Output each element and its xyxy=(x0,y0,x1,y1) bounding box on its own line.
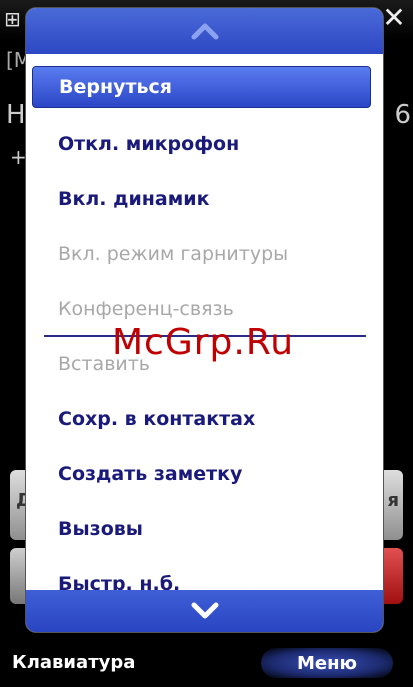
call-number-right: 6 xyxy=(394,100,411,130)
menu-item[interactable]: Откл. микрофон xyxy=(26,117,383,172)
menu-item: Конференц-связь xyxy=(58,298,234,320)
menu-item[interactable]: Вызовы xyxy=(26,502,383,557)
menu-item: Вкл. режим гарнитуры xyxy=(58,243,289,265)
softkey-bar: Клавиатура Меню xyxy=(0,640,413,687)
scroll-down-button[interactable] xyxy=(26,590,383,632)
keyboard-softkey[interactable]: Клавиатура xyxy=(12,652,135,673)
menu-item[interactable]: Вкл. динамик xyxy=(26,172,383,227)
menu-separator xyxy=(44,335,366,337)
menu-item[interactable]: Сохр. в контактах xyxy=(26,392,383,447)
call-number-left: H xyxy=(6,100,26,130)
menu-item[interactable]: Быстр. н.б. xyxy=(26,557,383,590)
scroll-up-button[interactable] xyxy=(26,8,383,54)
phone-screen: ⊞ ✕ [M H 6 + Д я Вернуться Откл. микрофон… xyxy=(0,0,413,687)
context-menu: Вернуться Откл. микрофон Вкл. динамик Вкл. … xyxy=(26,8,383,632)
menu-list: Вернуться Откл. микрофон Вкл. динамик Вкл. … xyxy=(26,60,383,590)
menu-item: Вставить xyxy=(58,353,151,375)
menu-item[interactable]: Вернуться xyxy=(32,66,371,108)
close-icon[interactable]: ✕ xyxy=(381,4,407,32)
windows-start-icon[interactable]: ⊞ xyxy=(4,8,26,30)
menu-item[interactable]: Создать заметку xyxy=(26,447,383,502)
chevron-down-icon xyxy=(191,602,219,620)
bg-button-right-label: я xyxy=(387,490,399,511)
menu-softkey[interactable]: Меню xyxy=(261,648,393,678)
call-plus: + xyxy=(10,145,27,169)
chevron-up-icon xyxy=(191,22,219,40)
